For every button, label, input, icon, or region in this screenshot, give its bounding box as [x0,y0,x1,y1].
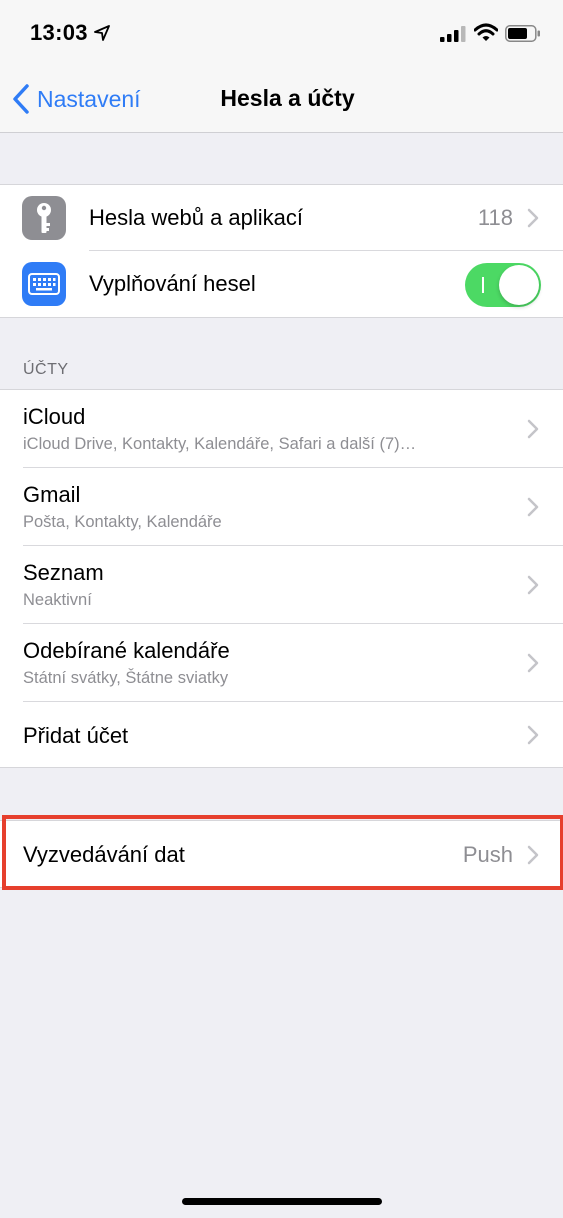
add-account-label: Přidat účet [23,723,129,748]
home-indicator [182,1198,382,1205]
web-passwords-count: 118 [477,205,513,230]
web-passwords-row[interactable]: Hesla webů a aplikací 118 [0,185,563,251]
autofill-label: Vyplňování hesel [89,271,256,296]
page-title: Hesla a účty [220,85,355,111]
account-row-subscribed-calendars[interactable]: Odebírané kalendáře Státní svátky, Štátn… [0,624,563,702]
account-row-seznam[interactable]: Seznam Neaktivní [0,546,563,624]
account-name: Seznam [23,560,104,585]
chevron-right-icon [527,725,539,745]
account-name: iCloud [23,404,86,429]
account-detail: Neaktivní [23,591,92,609]
account-detail: Státní svátky, Štátne sviatky [23,669,229,687]
account-name: Odebírané kalendáře [23,638,230,663]
keyboard-icon [22,262,66,306]
toggle-on-mark [482,277,484,293]
status-bar: 13:03 [0,0,563,66]
chevron-right-icon [527,653,539,673]
passwords-group: Hesla webů a aplikací 118 Vyplňování hes… [0,184,563,318]
chevron-right-icon [527,497,539,517]
accounts-group: iCloud iCloud Drive, Kontakty, Kalendáře… [0,389,563,768]
autofill-row: Vyplňování hesel [0,251,563,317]
highlight-frame [2,815,563,890]
key-icon [22,196,66,240]
web-passwords-label: Hesla webů a aplikací [89,205,304,230]
account-detail: iCloud Drive, Kontakty, Kalendáře, Safar… [23,435,417,453]
status-time: 13:03 [30,20,88,45]
location-arrow-icon [94,25,110,41]
toggle-knob [499,265,539,305]
account-name: Gmail [23,482,81,507]
autofill-toggle[interactable] [465,263,541,307]
navigation-bar: Nastavení Hesla a účty [0,66,563,133]
chevron-right-icon [527,575,539,595]
battery-icon [505,25,540,42]
cellular-signal-icon [440,26,466,42]
chevron-right-icon [527,208,539,228]
wifi-icon [474,23,498,41]
accounts-section-header: ÚČTY [23,361,69,378]
add-account-row[interactable]: Přidat účet [0,702,563,767]
account-row-gmail[interactable]: Gmail Pošta, Kontakty, Kalendáře [0,468,563,546]
account-row-icloud[interactable]: iCloud iCloud Drive, Kontakty, Kalendáře… [0,390,563,468]
chevron-right-icon [527,419,539,439]
account-detail: Pošta, Kontakty, Kalendáře [23,513,222,531]
